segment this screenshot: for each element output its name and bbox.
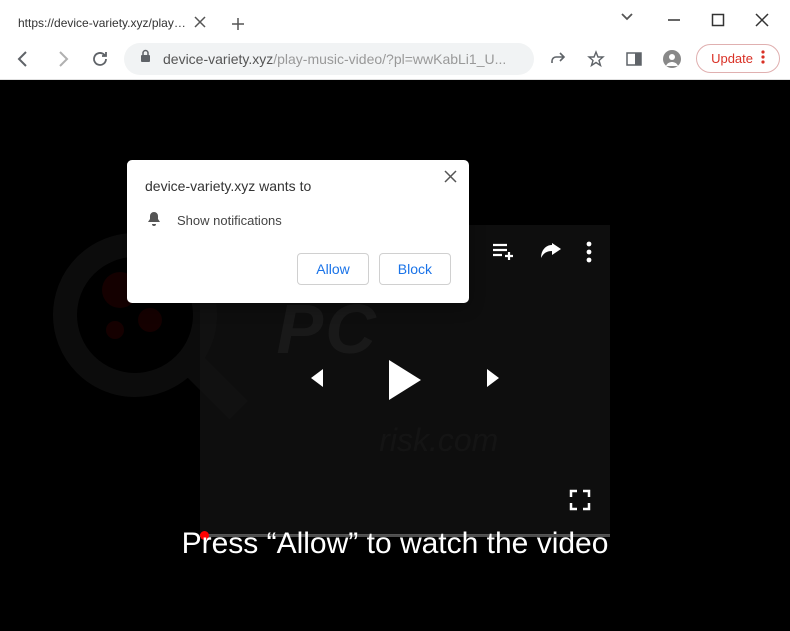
fullscreen-icon[interactable] [568,488,592,517]
tab-dropdown-icon[interactable] [619,8,635,29]
permission-desc: Show notifications [177,213,282,228]
minimize-icon[interactable] [662,8,686,32]
menu-dots-icon [761,50,765,67]
update-label: Update [711,51,753,66]
permission-prompt: device-variety.xyz wants to Show notific… [127,160,469,303]
bell-icon [145,210,163,231]
skip-next-icon[interactable] [481,364,509,397]
close-icon[interactable] [444,170,457,188]
cta-text: Press “Allow” to watch the video [0,527,790,561]
maximize-icon[interactable] [706,8,730,32]
forward-button[interactable] [48,45,76,73]
close-window-icon[interactable] [750,8,774,32]
more-dots-icon[interactable] [586,241,592,268]
allow-button[interactable]: Allow [297,253,368,285]
skip-previous-icon[interactable] [301,364,329,397]
back-button[interactable] [10,45,38,73]
permission-title: device-variety.xyz wants to [145,178,451,194]
bookmark-icon[interactable] [582,45,610,73]
browser-tab[interactable]: https://device-variety.xyz/play-m [8,8,218,38]
update-button[interactable]: Update [696,44,780,73]
reload-button[interactable] [86,45,114,73]
url-text: device-variety.xyz/play-music-video/?pl=… [163,51,506,67]
sidepanel-icon[interactable] [620,45,648,73]
playlist-add-icon[interactable] [490,239,516,270]
tab-title: https://device-variety.xyz/play-m [18,16,186,30]
close-tab-icon[interactable] [194,16,208,30]
page-content: PC risk.com Press “Allow” to watch the v… [0,80,790,631]
profile-icon[interactable] [658,45,686,73]
new-tab-button[interactable] [224,10,252,38]
play-icon[interactable] [389,360,421,400]
share-icon[interactable] [544,45,572,73]
share-arrow-icon[interactable] [538,239,564,270]
lock-icon [138,49,153,69]
block-button[interactable]: Block [379,253,451,285]
address-bar[interactable]: device-variety.xyz/play-music-video/?pl=… [124,43,534,75]
